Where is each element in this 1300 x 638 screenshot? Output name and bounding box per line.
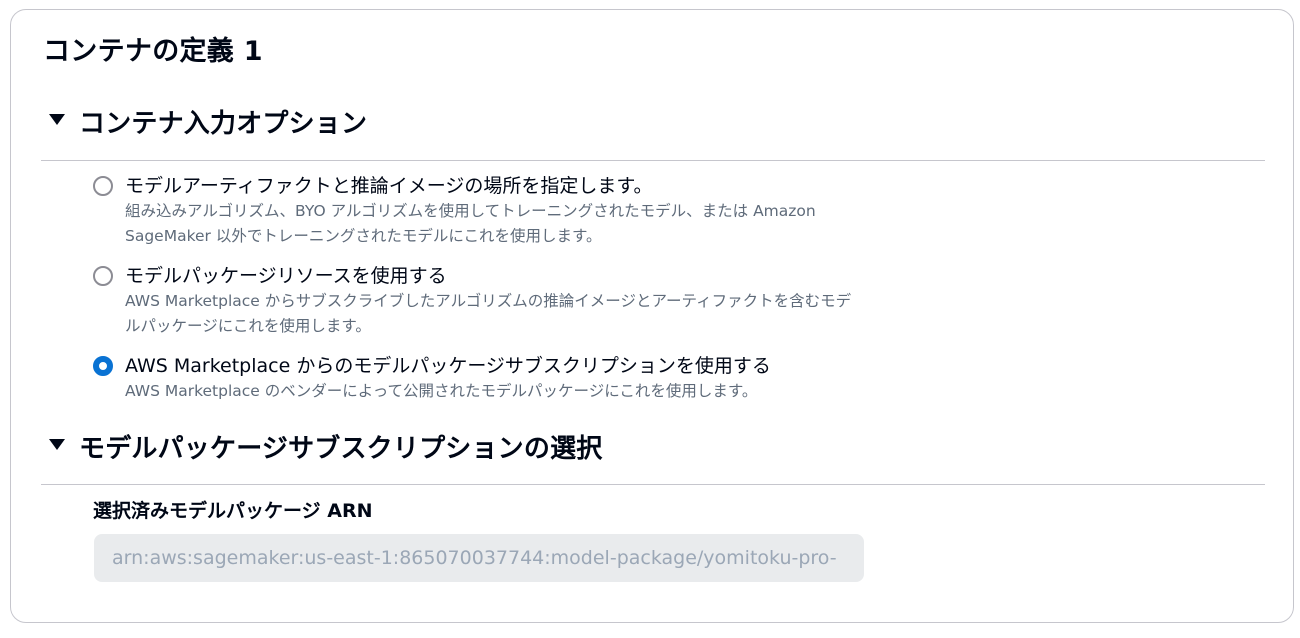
radio-description: AWS Marketplace のベンダーによって公開されたモデルパッケージにこ… — [125, 382, 758, 400]
radio-description: AWS Marketplace からサブスクライブしたアルゴリズムの推論イメージ… — [125, 292, 852, 335]
radio-button-icon[interactable] — [93, 266, 113, 286]
radio-option-specify-location[interactable]: モデルアーティファクトと推論イメージの場所を指定します。 組み込みアルゴリズム、… — [93, 173, 865, 249]
section-title: モデルパッケージサブスクリプションの選択 — [79, 434, 603, 464]
radio-button-icon[interactable] — [93, 176, 113, 196]
radio-option-marketplace-subscription[interactable]: AWS Marketplace からのモデルパッケージサブスクリプションを使用す… — [93, 353, 865, 404]
section-divider — [41, 160, 1265, 161]
section-title: コンテナ入力オプション — [79, 109, 368, 139]
radio-option-model-package-resource[interactable]: モデルパッケージリソースを使用する AWS Marketplace からサブスク… — [93, 263, 865, 339]
section-toggle-container-input-options[interactable]: コンテナ入力オプション — [49, 106, 367, 142]
radio-label: AWS Marketplace からのモデルパッケージサブスクリプションを使用す… — [125, 355, 771, 377]
section-divider — [41, 484, 1265, 485]
radio-label: モデルパッケージリソースを使用する — [125, 265, 447, 287]
radio-label: モデルアーティファクトと推論イメージの場所を指定します。 — [125, 175, 653, 197]
arn-field-label: 選択済みモデルパッケージ ARN — [93, 500, 373, 522]
arn-input[interactable] — [94, 534, 864, 582]
container-definition-card: コンテナの定義 1 コンテナ入力オプション モデルアーティファクトと推論イメージ… — [10, 9, 1294, 623]
card-title: コンテナの定義 1 — [43, 36, 263, 67]
caret-down-icon — [49, 113, 65, 125]
section-toggle-subscription-selection[interactable]: モデルパッケージサブスクリプションの選択 — [49, 431, 602, 467]
caret-down-icon — [49, 438, 65, 450]
radio-button-selected-icon[interactable] — [93, 356, 113, 376]
radio-description: 組み込みアルゴリズム、BYO アルゴリズムを使用してトレーニングされたモデル、ま… — [125, 202, 816, 245]
